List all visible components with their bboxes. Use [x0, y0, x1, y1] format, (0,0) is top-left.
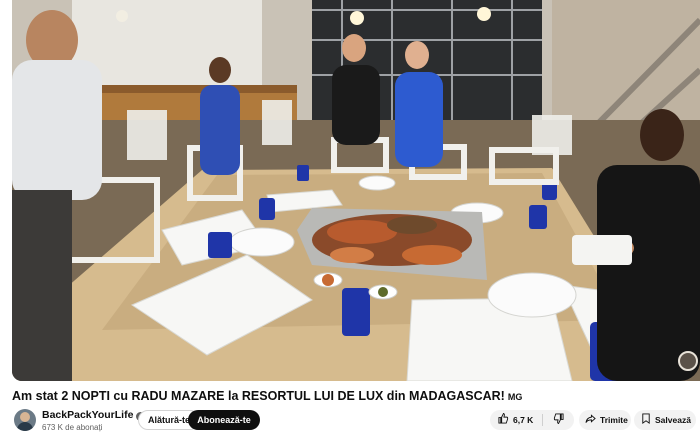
- save-label: Salvează: [655, 415, 691, 425]
- avatar-face: [20, 412, 30, 422]
- subscribe-button[interactable]: Abonează-te: [188, 410, 260, 430]
- youtube-watch-page: Am stat 2 NOPTI cu RADU MAZARE la RESORT…: [0, 0, 700, 440]
- video-title-badge: MG: [507, 392, 523, 402]
- video-title: Am stat 2 NOPTI cu RADU MAZARE la RESORT…: [12, 389, 692, 403]
- video-player[interactable]: [12, 0, 700, 381]
- like-count: 6,7 K: [513, 415, 534, 425]
- channel-name[interactable]: BackPackYourLife✓: [42, 409, 146, 421]
- subscriber-count: 673 K de abonați: [42, 423, 103, 432]
- like-dislike-group: 6,7 K: [490, 410, 574, 430]
- thumbs-down-icon: [553, 413, 564, 427]
- player-corner-avatar[interactable]: [678, 351, 698, 371]
- share-label: Trimite: [600, 415, 628, 425]
- avatar-body: [17, 422, 33, 431]
- video-frame: [12, 0, 700, 381]
- dislike-button[interactable]: [543, 410, 573, 430]
- channel-avatar[interactable]: [14, 409, 36, 431]
- video-title-text: Am stat 2 NOPTI cu RADU MAZARE la RESORT…: [12, 389, 505, 403]
- save-button[interactable]: Salvează: [634, 410, 696, 430]
- thumbs-up-icon: [498, 412, 509, 427]
- channel-row: BackPackYourLife✓ 673 K de abonați Alătu…: [12, 407, 700, 435]
- channel-name-text[interactable]: BackPackYourLife: [42, 409, 133, 421]
- bookmark-icon: [641, 413, 651, 427]
- share-button[interactable]: Trimite: [579, 410, 631, 430]
- like-button[interactable]: 6,7 K: [490, 410, 542, 430]
- share-arrow-icon: [585, 413, 596, 427]
